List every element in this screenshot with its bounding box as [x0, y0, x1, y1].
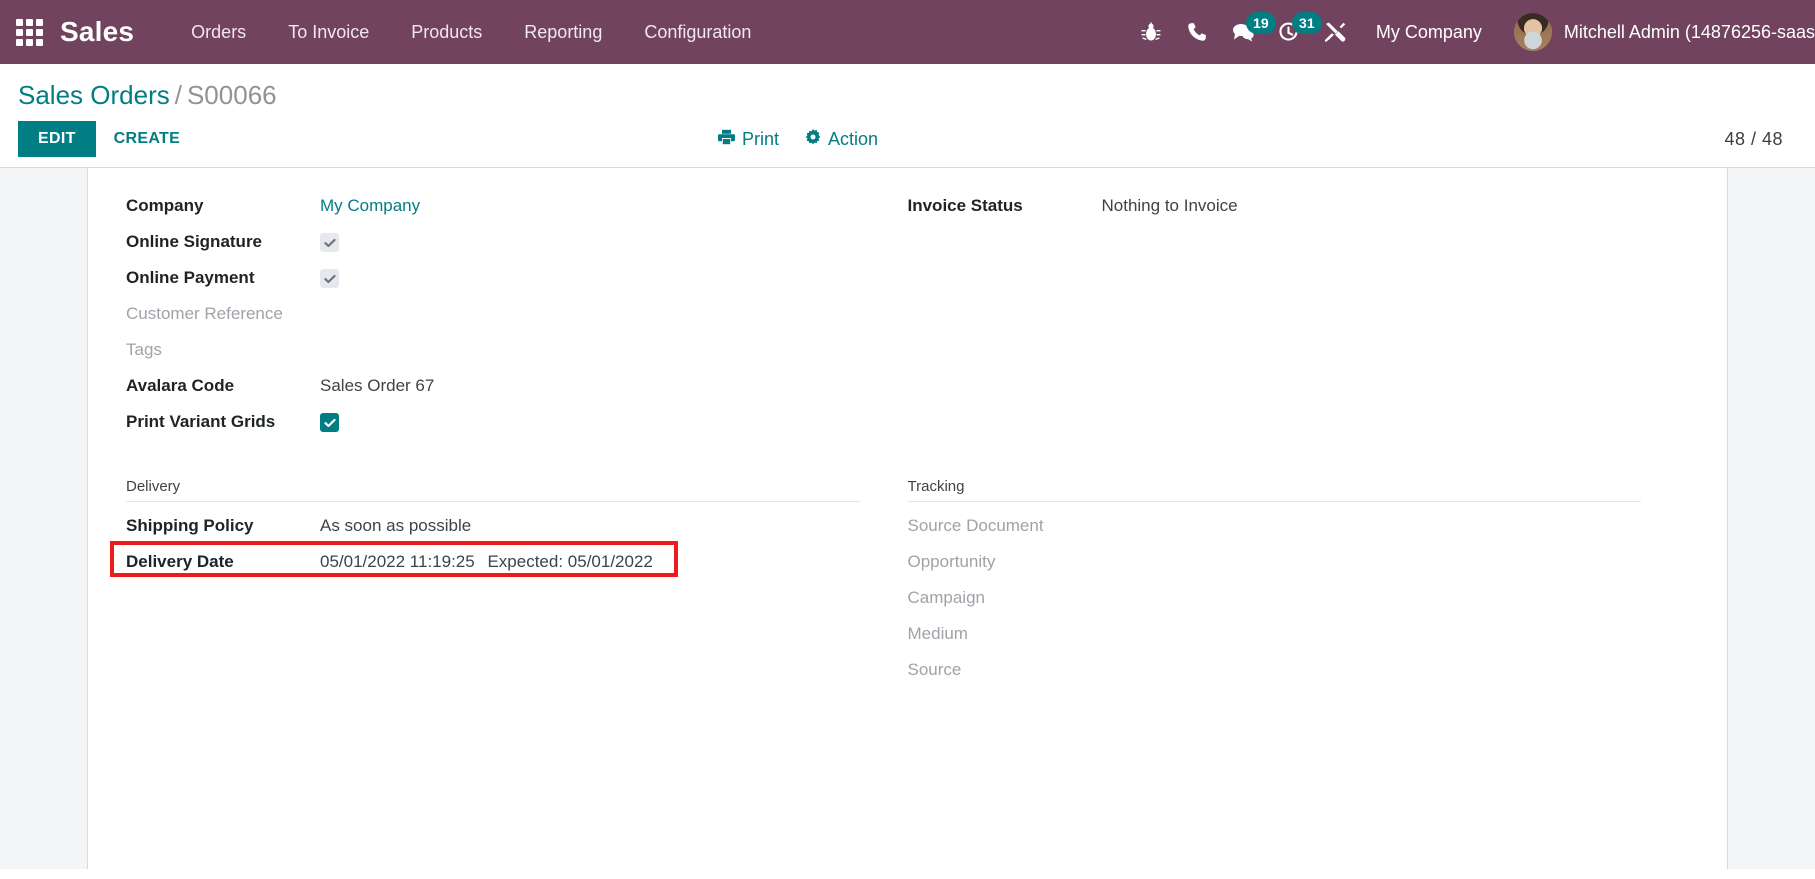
- field-label-source: Source: [907, 660, 962, 679]
- field-invoice-status: Invoice Status Nothing to Invoice: [908, 188, 1642, 224]
- phone-icon[interactable]: [1174, 0, 1220, 64]
- menu-orders[interactable]: Orders: [170, 0, 267, 64]
- field-opportunity: Opportunity: [908, 544, 1642, 580]
- field-online-payment: Online Payment: [126, 260, 860, 296]
- printer-icon: [718, 129, 735, 150]
- section-title-tracking: Tracking: [907, 478, 1641, 502]
- menu-reporting[interactable]: Reporting: [503, 0, 623, 64]
- record-buttons: EDIT CREATE: [18, 121, 198, 157]
- field-delivery-date: Delivery Date 05/01/2022 11:19:25 Expect…: [126, 544, 860, 580]
- breadcrumb: Sales Orders / S00066: [18, 74, 1797, 115]
- delivery-date-highlight-wrapper: Delivery Date 05/01/2022 11:19:25 Expect…: [110, 541, 860, 580]
- field-source-document: Source Document: [908, 508, 1642, 544]
- avatar: [1513, 13, 1552, 51]
- field-label-source-document: Source Document: [907, 516, 1044, 535]
- form-column-right: Invoice Status Nothing to Invoice: [908, 188, 1690, 440]
- form-column-left: Company My Company Online Signature Onli…: [126, 188, 908, 440]
- section-tracking: Tracking Source Document Opportunity Cam…: [907, 478, 1690, 688]
- menu-products[interactable]: Products: [390, 0, 503, 64]
- create-button[interactable]: CREATE: [96, 121, 198, 157]
- field-label-invoice-status: Invoice Status: [907, 196, 1023, 215]
- apps-grid-icon[interactable]: [14, 17, 44, 47]
- activities-icon[interactable]: 31: [1266, 0, 1322, 64]
- field-print-variant-grids: Print Variant Grids: [126, 404, 860, 440]
- control-panel-buttons-row: EDIT CREATE Print Action 48 / 48: [18, 115, 1797, 167]
- form-top-grid: Company My Company Online Signature Onli…: [126, 188, 1689, 440]
- form-sheet: Company My Company Online Signature Onli…: [88, 168, 1727, 869]
- section-title-delivery: Delivery: [126, 478, 860, 502]
- field-label-tags: Tags: [126, 340, 162, 359]
- delivery-date-expected-hint: Expected: 05/01/2022: [487, 552, 653, 571]
- menu-configuration[interactable]: Configuration: [623, 0, 772, 64]
- action-button[interactable]: Action: [805, 128, 879, 150]
- gear-icon: [805, 128, 821, 150]
- field-label-online-signature: Online Signature: [126, 232, 263, 251]
- field-value-company[interactable]: My Company: [320, 193, 420, 219]
- menu-to-invoice[interactable]: To Invoice: [267, 0, 390, 64]
- breadcrumb-sales-orders[interactable]: Sales Orders: [18, 80, 170, 110]
- messages-icon[interactable]: 19: [1220, 0, 1276, 64]
- breadcrumb-current-record: S00066: [186, 80, 277, 110]
- field-tags: Tags: [126, 332, 860, 368]
- action-label: Action: [828, 128, 879, 149]
- navbar-system-icons: 19 31: [1128, 0, 1358, 64]
- field-customer-reference: Customer Reference: [126, 296, 860, 332]
- left-gutter: [0, 168, 88, 869]
- field-source: Source: [908, 652, 1642, 688]
- user-name-label: Mitchell Admin (14876256-saas: [1563, 21, 1815, 42]
- right-gutter: [1727, 168, 1815, 869]
- field-shipping-policy: Shipping Policy As soon as possible: [126, 508, 860, 544]
- control-panel-actions: Print Action: [718, 128, 879, 150]
- field-label-company: Company: [126, 196, 204, 215]
- field-medium: Medium: [908, 616, 1642, 652]
- breadcrumb-separator: /: [174, 80, 182, 110]
- field-label-customer-reference: Customer Reference: [126, 304, 283, 323]
- content-area: Company My Company Online Signature Onli…: [0, 168, 1815, 869]
- field-label-online-payment: Online Payment: [126, 268, 255, 287]
- print-label: Print: [742, 128, 780, 149]
- app-brand-sales[interactable]: Sales: [60, 16, 134, 48]
- field-label-campaign: Campaign: [907, 588, 986, 607]
- field-value-invoice-status: Nothing to Invoice: [1101, 196, 1238, 215]
- field-online-signature: Online Signature: [126, 224, 860, 260]
- field-value-shipping-policy: As soon as possible: [320, 516, 472, 535]
- field-company: Company My Company: [126, 188, 860, 224]
- field-avalara-code: Avalara Code Sales Order 67: [126, 368, 860, 404]
- field-label-print-variant-grids: Print Variant Grids: [126, 412, 276, 431]
- field-label-delivery-date: Delivery Date: [126, 552, 234, 571]
- checkbox-print-variant-grids[interactable]: [320, 413, 339, 432]
- edit-button[interactable]: EDIT: [18, 121, 96, 157]
- checkbox-online-signature[interactable]: [320, 233, 339, 252]
- section-delivery: Delivery Shipping Policy As soon as poss…: [110, 478, 908, 688]
- checkbox-online-payment[interactable]: [320, 269, 339, 288]
- company-switcher[interactable]: My Company: [1358, 0, 1500, 64]
- field-value-avalara-code: Sales Order 67: [320, 376, 435, 395]
- control-panel: Sales Orders/S00066 EDIT CREATE Print: [0, 64, 1815, 168]
- record-pager[interactable]: 48 / 48: [1724, 129, 1797, 150]
- tools-icon[interactable]: [1312, 0, 1358, 64]
- field-label-medium: Medium: [907, 624, 968, 643]
- delivery-date-datetime: 05/01/2022 11:19:25: [320, 552, 475, 571]
- field-campaign: Campaign: [908, 580, 1642, 616]
- top-navbar: Sales Orders To Invoice Products Reporti…: [0, 0, 1815, 64]
- field-value-delivery-date[interactable]: 05/01/2022 11:19:25 Expected: 05/01/2022: [320, 549, 653, 575]
- user-menu[interactable]: Mitchell Admin (14876256-saas: [1500, 13, 1815, 51]
- form-sections: Delivery Shipping Policy As soon as poss…: [110, 478, 1690, 688]
- field-label-shipping-policy: Shipping Policy: [126, 516, 254, 535]
- bug-icon[interactable]: [1128, 0, 1174, 64]
- field-label-avalara-code: Avalara Code: [126, 376, 235, 395]
- print-button[interactable]: Print: [718, 129, 779, 150]
- field-label-opportunity: Opportunity: [907, 552, 996, 571]
